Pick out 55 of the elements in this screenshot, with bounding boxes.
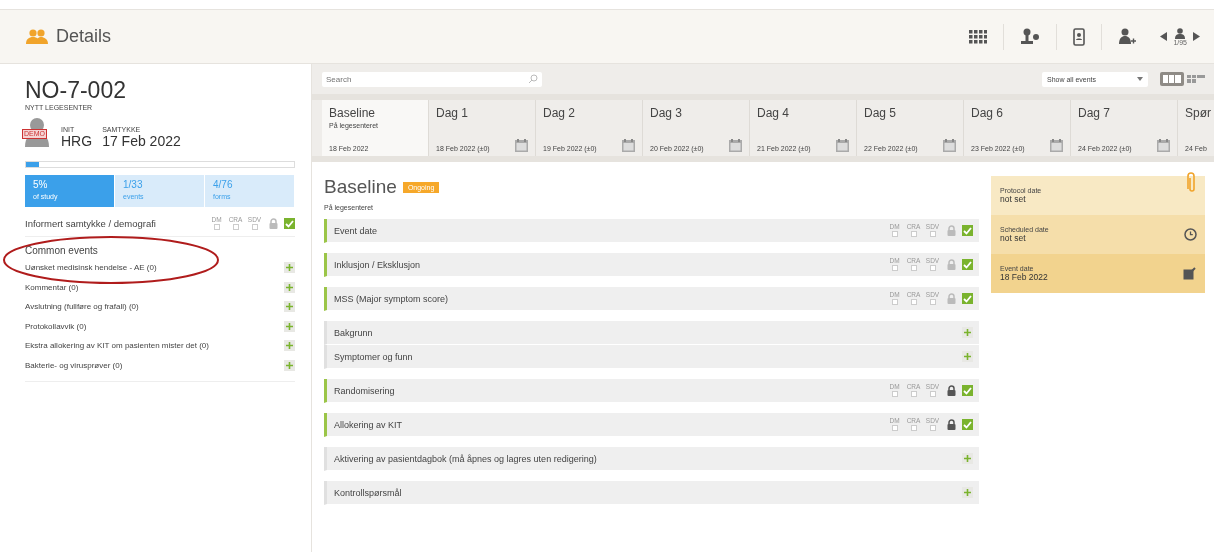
- field-value: 17 Feb 2022: [102, 133, 181, 150]
- search-icon: [528, 74, 538, 84]
- calendar-icon[interactable]: [943, 139, 956, 152]
- complete-check[interactable]: [284, 218, 295, 230]
- event-item[interactable]: Protokollavvik (0): [25, 321, 87, 331]
- person-badge-icon[interactable]: [1020, 28, 1041, 45]
- complete-check[interactable]: [962, 419, 973, 430]
- add-button[interactable]: [962, 351, 973, 362]
- complete-check[interactable]: [962, 259, 973, 270]
- list-view-icon[interactable]: [1160, 72, 1184, 86]
- event-item[interactable]: Uønsket medisinsk hendelse - AE (0): [25, 263, 157, 273]
- add-button[interactable]: [962, 487, 973, 498]
- calendar-icon[interactable]: [515, 139, 528, 152]
- grid-icon[interactable]: [969, 29, 988, 44]
- previous-icon[interactable]: [1160, 32, 1168, 41]
- event-item[interactable]: Bakterie- og virusprøver (0): [25, 360, 123, 370]
- form-row[interactable]: Bakgrunn: [324, 321, 979, 345]
- event-item[interactable]: Ekstra allokering av KIT om pasienten mister det (0): [25, 341, 209, 351]
- person-icon: [1175, 27, 1186, 39]
- add-button[interactable]: [284, 340, 295, 352]
- add-button[interactable]: [962, 327, 973, 338]
- form-row[interactable]: Symptomer og funn: [324, 345, 979, 369]
- event-title: Baseline: [324, 176, 397, 198]
- add-button[interactable]: [284, 301, 295, 313]
- add-button[interactable]: [962, 453, 973, 464]
- people-icon: [26, 28, 48, 45]
- page-title: Details: [56, 26, 112, 47]
- complete-check[interactable]: [962, 293, 973, 304]
- complete-check[interactable]: [962, 225, 973, 236]
- add-user-icon[interactable]: [1118, 28, 1137, 45]
- form-row[interactable]: Kontrollspørsmål: [324, 481, 979, 505]
- add-button[interactable]: [284, 281, 295, 293]
- event-item[interactable]: Avslutning (fullføre og frafall) (0): [25, 302, 139, 312]
- subject-id: NO-7-002: [25, 78, 127, 104]
- add-button[interactable]: [284, 320, 295, 332]
- calendar-icon[interactable]: [1157, 139, 1170, 152]
- edit-icon[interactable]: [1183, 267, 1197, 280]
- calendar-icon[interactable]: [1050, 139, 1063, 152]
- calendar-icon[interactable]: [729, 139, 742, 152]
- add-button[interactable]: [284, 359, 295, 371]
- complete-check[interactable]: [962, 385, 973, 396]
- clock-icon[interactable]: [1184, 228, 1197, 241]
- next-icon[interactable]: [1193, 32, 1200, 41]
- search-field[interactable]: Search: [322, 71, 542, 87]
- calendar-icon[interactable]: [622, 139, 635, 152]
- add-button[interactable]: [284, 262, 295, 274]
- calendar-icon[interactable]: [836, 139, 849, 152]
- paperclip-icon[interactable]: [1187, 172, 1197, 194]
- field-value: HRG: [61, 133, 93, 150]
- phone-icon[interactable]: [1073, 27, 1086, 46]
- form-name[interactable]: Informert samtykke / demografi: [25, 218, 156, 230]
- section-title: Common events: [25, 244, 99, 256]
- caret-icon: [1137, 77, 1143, 81]
- event-item[interactable]: Kommentar (0): [25, 282, 79, 292]
- form-row[interactable]: Aktivering av pasientdagbok (må åpnes og lagres uten redigering): [324, 447, 979, 471]
